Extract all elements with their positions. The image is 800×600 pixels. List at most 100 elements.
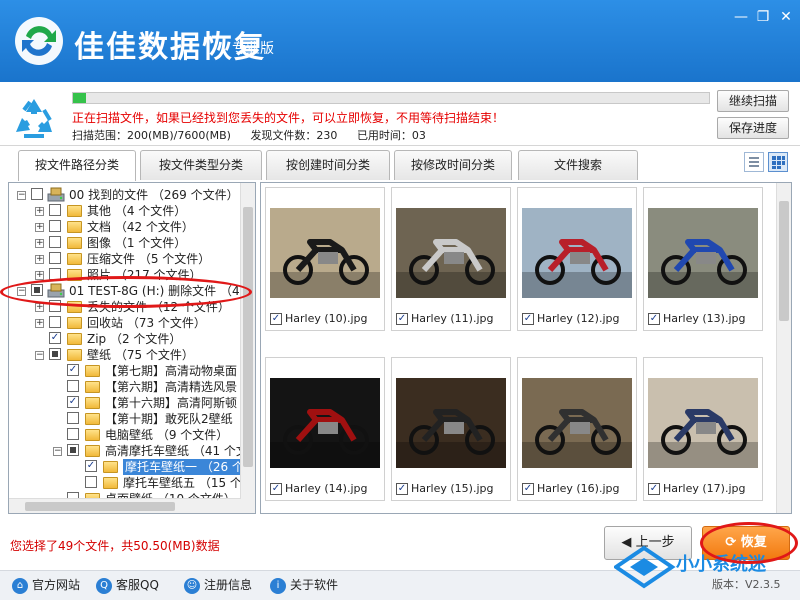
tree-checkbox[interactable] bbox=[49, 220, 61, 232]
file-caption: ✓ Harley (17).jpg bbox=[648, 482, 745, 495]
file-name: Harley (17).jpg bbox=[663, 482, 746, 495]
folder-icon bbox=[103, 461, 118, 473]
tree-checkbox[interactable]: ✓ bbox=[85, 460, 97, 472]
tab-by-path[interactable]: 按文件路径分类 bbox=[18, 150, 136, 181]
collapse-icon[interactable]: − bbox=[53, 447, 62, 456]
registration-link[interactable]: ☺ 注册信息 bbox=[184, 576, 252, 594]
collapse-icon[interactable]: − bbox=[17, 191, 26, 200]
folder-icon bbox=[85, 445, 100, 457]
thumbnail-view-icon[interactable] bbox=[768, 152, 788, 172]
folder-icon bbox=[67, 253, 82, 265]
support-qq-link[interactable]: Q 客服QQ bbox=[96, 576, 159, 594]
collapse-icon[interactable]: − bbox=[35, 351, 44, 360]
tree-horizontal-scrollbar[interactable] bbox=[9, 498, 241, 513]
expand-icon[interactable]: + bbox=[35, 303, 44, 312]
tree-vertical-scrollbar[interactable] bbox=[240, 183, 255, 513]
tree-checkbox[interactable] bbox=[31, 188, 43, 200]
tree-checkbox[interactable] bbox=[67, 380, 79, 392]
tree-checkbox[interactable] bbox=[85, 476, 97, 488]
official-site-label: 官方网站 bbox=[32, 578, 81, 592]
tree-item-label: 回收站 （73 个文件） bbox=[87, 316, 206, 330]
save-progress-button[interactable]: 保存进度 bbox=[717, 117, 789, 139]
file-thumbnail[interactable]: ✓ Harley (11).jpg bbox=[391, 187, 511, 331]
grid-scroll-thumb[interactable] bbox=[779, 201, 789, 321]
file-checkbox[interactable]: ✓ bbox=[396, 313, 408, 325]
tree-checkbox[interactable] bbox=[49, 204, 61, 216]
tree-item-label: 高清摩托车壁纸 （41 个文件） bbox=[105, 444, 256, 458]
continue-scan-button[interactable]: 继续扫描 bbox=[717, 90, 789, 112]
tab-by-modified[interactable]: 按修改时间分类 bbox=[394, 150, 512, 180]
expand-icon[interactable]: + bbox=[35, 223, 44, 232]
expand-icon[interactable]: + bbox=[35, 319, 44, 328]
file-thumbnail-grid: ✓ Harley (10).jpg ✓ Harley (11).jpg ✓ Ha… bbox=[260, 182, 792, 514]
tree-checkbox[interactable] bbox=[49, 252, 61, 264]
file-checkbox[interactable]: ✓ bbox=[648, 313, 660, 325]
motorcycle-image-icon bbox=[522, 378, 632, 468]
file-thumbnail[interactable]: ✓ Harley (14).jpg bbox=[265, 357, 385, 501]
file-caption: ✓ Harley (14).jpg bbox=[270, 482, 367, 495]
restore-button[interactable]: ❐ bbox=[752, 8, 774, 26]
tree-checkbox[interactable] bbox=[49, 316, 61, 328]
found-count: 发现文件数：230 bbox=[250, 129, 338, 142]
folder-icon bbox=[85, 397, 100, 409]
file-caption: ✓ Harley (11).jpg bbox=[396, 312, 493, 325]
grid-vertical-scrollbar[interactable] bbox=[776, 183, 791, 513]
folder-tree[interactable]: − 00 找到的文件 （269 个文件） + 其他 （4 个文件） + 文档 （42 个文… bbox=[8, 182, 256, 514]
tab-by-created[interactable]: 按创建时间分类 bbox=[266, 150, 390, 180]
tree-checkbox[interactable] bbox=[49, 236, 61, 248]
motorcycle-image-icon bbox=[396, 378, 506, 468]
tab-file-search[interactable]: 文件搜索 bbox=[518, 150, 638, 180]
expand-icon[interactable]: + bbox=[35, 239, 44, 248]
tree-item-label: 其他 （4 个文件） bbox=[87, 204, 187, 218]
file-thumbnail[interactable]: ✓ Harley (17).jpg bbox=[643, 357, 763, 501]
file-name: Harley (12).jpg bbox=[537, 312, 620, 325]
title-bar: 佳佳数据恢复 专业版 — ❐ ✕ bbox=[0, 0, 800, 82]
file-thumbnail[interactable]: ✓ Harley (10).jpg bbox=[265, 187, 385, 331]
file-thumbnail[interactable]: ✓ Harley (12).jpg bbox=[517, 187, 637, 331]
scan-range: 扫描范围：200(MB)/7600(MB) bbox=[72, 129, 231, 142]
close-button[interactable]: ✕ bbox=[775, 8, 797, 26]
info-icon: i bbox=[270, 577, 286, 594]
qq-icon: Q bbox=[96, 577, 112, 594]
tree-item-label: 摩托车壁纸五 （15 个文件） bbox=[123, 476, 255, 490]
support-qq-label: 客服QQ bbox=[116, 578, 159, 592]
file-checkbox[interactable]: ✓ bbox=[270, 483, 282, 495]
file-caption: ✓ Harley (16).jpg bbox=[522, 482, 619, 495]
file-checkbox[interactable]: ✓ bbox=[522, 483, 534, 495]
registration-label: 注册信息 bbox=[204, 578, 253, 592]
tree-item-label: 文档 （42 个文件） bbox=[87, 220, 194, 234]
folder-icon bbox=[67, 333, 82, 345]
tree-scroll-thumb[interactable] bbox=[243, 207, 253, 467]
file-thumbnail[interactable]: ✓ Harley (13).jpg bbox=[643, 187, 763, 331]
tree-checkbox[interactable] bbox=[67, 444, 79, 456]
tree-hscroll-thumb[interactable] bbox=[25, 502, 175, 511]
app-edition: 专业版 bbox=[232, 41, 274, 57]
selection-status: 您选择了49个文件，共50.50(MB)数据 bbox=[10, 539, 220, 553]
tree-checkbox[interactable]: ✓ bbox=[67, 364, 79, 376]
expand-icon[interactable]: + bbox=[35, 271, 44, 280]
expand-icon[interactable]: + bbox=[35, 255, 44, 264]
tree-checkbox[interactable] bbox=[49, 348, 61, 360]
file-checkbox[interactable]: ✓ bbox=[648, 483, 660, 495]
folder-icon bbox=[85, 413, 100, 425]
expand-icon[interactable]: + bbox=[35, 207, 44, 216]
file-checkbox[interactable]: ✓ bbox=[270, 313, 282, 325]
official-site-link[interactable]: ⌂ 官方网站 bbox=[12, 576, 80, 594]
tab-by-type[interactable]: 按文件类型分类 bbox=[140, 150, 262, 180]
minimize-button[interactable]: — bbox=[730, 8, 752, 26]
about-link[interactable]: i 关于软件 bbox=[270, 576, 338, 594]
tree-checkbox[interactable] bbox=[67, 412, 79, 424]
tree-item-label: 【第十六期】高清阿斯顿 bbox=[105, 396, 238, 410]
tree-checkbox[interactable]: ✓ bbox=[49, 332, 61, 344]
file-checkbox[interactable]: ✓ bbox=[396, 483, 408, 495]
tree-checkbox[interactable] bbox=[67, 428, 79, 440]
tree-item-label: 【第七期】高清动物桌面 bbox=[105, 364, 238, 378]
tree-item-label: 图像 （1 个文件） bbox=[87, 236, 187, 250]
file-thumbnail[interactable]: ✓ Harley (15).jpg bbox=[391, 357, 511, 501]
file-thumbnail[interactable]: ✓ Harley (16).jpg bbox=[517, 357, 637, 501]
folder-icon bbox=[67, 237, 82, 249]
tree-checkbox[interactable]: ✓ bbox=[67, 396, 79, 408]
file-caption: ✓ Harley (13).jpg bbox=[648, 312, 745, 325]
file-checkbox[interactable]: ✓ bbox=[522, 313, 534, 325]
list-view-icon[interactable] bbox=[744, 152, 764, 172]
